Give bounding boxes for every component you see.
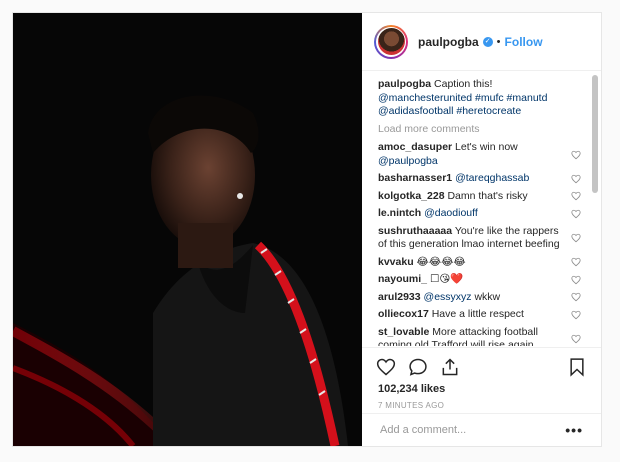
comment-username[interactable]: le.nintch — [378, 207, 421, 219]
comment-like-heart-icon[interactable] — [571, 292, 581, 302]
instagram-post: paulpogba ✓ • Follow paulpogba Caption t… — [12, 12, 602, 447]
comment-item: olliecox17 Have a little respect — [378, 308, 589, 322]
post-timestamp: 7 MINUTES AGO — [378, 401, 445, 410]
load-more-comments-button[interactable]: Load more comments — [378, 123, 589, 137]
verified-icon: ✓ — [482, 36, 493, 47]
caption-username[interactable]: paulpogba — [378, 78, 431, 90]
add-comment-bar: ••• — [362, 413, 601, 446]
caption-text: Caption this! — [434, 78, 493, 90]
comment-like-heart-icon[interactable] — [571, 257, 581, 267]
follow-button[interactable]: Follow — [505, 35, 543, 49]
comment-text: Let's win now — [455, 141, 518, 153]
comment-text: Damn that's risky — [447, 189, 528, 202]
comment-username[interactable]: olliecox17 — [378, 308, 429, 320]
avatar-image — [377, 28, 405, 55]
comment-text: Have a little respect — [431, 308, 524, 320]
comment-like-heart-icon[interactable] — [571, 310, 581, 320]
comment-icon[interactable] — [408, 357, 428, 377]
comment-like-heart-icon[interactable] — [571, 150, 581, 160]
bookmark-icon[interactable] — [567, 357, 587, 377]
comment-username[interactable]: amoc_dasuper — [378, 141, 452, 153]
player-photo-illustration — [13, 13, 362, 446]
comment-like-heart-icon[interactable] — [571, 174, 581, 184]
comments-list[interactable]: paulpogba Caption this! @manchesterunite… — [362, 72, 601, 346]
comment-item: nayoumi_ ☐😘❤️ — [378, 273, 589, 287]
comment-username[interactable]: st_lovable — [378, 326, 429, 338]
comment-item: kolgotka_228 Damn that's risky — [378, 190, 589, 204]
comment-container: amoc_dasuper Let's win now @paulpogba bash… — [378, 141, 589, 346]
comment-username[interactable]: sushruthaaaaa — [378, 225, 452, 237]
comments-scrollbar[interactable] — [592, 73, 598, 345]
likes-count[interactable]: 102,234 likes — [378, 383, 445, 395]
post-caption: paulpogba Caption this! @manchesterunite… — [378, 78, 589, 119]
comment-username[interactable]: arul2933 — [378, 291, 421, 303]
comment-like-heart-icon[interactable] — [571, 191, 581, 201]
comment-text: wkkw — [474, 290, 501, 303]
comment-text: 😂😂😂😂 — [416, 255, 466, 268]
post-sidebar: paulpogba ✓ • Follow paulpogba Caption t… — [362, 13, 601, 446]
header-username[interactable]: paulpogba — [418, 35, 479, 49]
comment-username[interactable]: kolgotka_228 — [378, 190, 445, 202]
caption-tags-1[interactable]: @manchesterunited #mufc #manutd — [378, 92, 547, 104]
comment-username[interactable]: kvvaku — [378, 256, 414, 268]
comment-like-heart-icon[interactable] — [571, 209, 581, 219]
comment-item: le.nintch @daodiouff — [378, 207, 589, 221]
scrollbar-thumb[interactable] — [592, 75, 598, 193]
caption-tags-2[interactable]: @adidasfootball #heretocreate — [378, 105, 521, 117]
comment-text: ☐😘❤️ — [429, 273, 464, 285]
add-comment-input[interactable] — [378, 423, 562, 437]
comment-item: sushruthaaaaa You're like the rappers of… — [378, 225, 589, 252]
comment-item: arul2933 @essyxyz wkkw — [378, 291, 589, 305]
avatar[interactable] — [374, 24, 408, 59]
comment-mention[interactable]: @daodiouff — [424, 207, 478, 219]
action-bar — [362, 347, 601, 384]
post-photo[interactable] — [13, 13, 362, 446]
comment-item: amoc_dasuper Let's win now @paulpogba — [378, 141, 589, 168]
comment-like-heart-icon[interactable] — [571, 275, 581, 285]
comment-mention[interactable]: @tareqghassab — [455, 172, 529, 184]
comment-mention[interactable]: @essyxyz — [424, 291, 472, 303]
post-header: paulpogba ✓ • Follow — [362, 13, 601, 71]
comment-like-heart-icon[interactable] — [571, 334, 581, 344]
comment-item: basharnasser1 @tareqghassab — [378, 172, 589, 186]
share-icon[interactable] — [440, 357, 460, 377]
comment-username[interactable]: basharnasser1 — [378, 172, 452, 184]
comment-mention[interactable]: @paulpogba — [378, 155, 438, 167]
comment-item: kvvaku 😂😂😂😂 — [378, 256, 589, 270]
separator-dot: • — [496, 35, 501, 48]
more-options-button[interactable]: ••• — [565, 422, 583, 438]
comment-username[interactable]: nayoumi_ — [378, 273, 427, 285]
comment-like-heart-icon[interactable] — [571, 233, 581, 243]
comment-item: st_lovable More attacking football comin… — [378, 326, 589, 346]
heart-icon[interactable] — [376, 357, 396, 377]
